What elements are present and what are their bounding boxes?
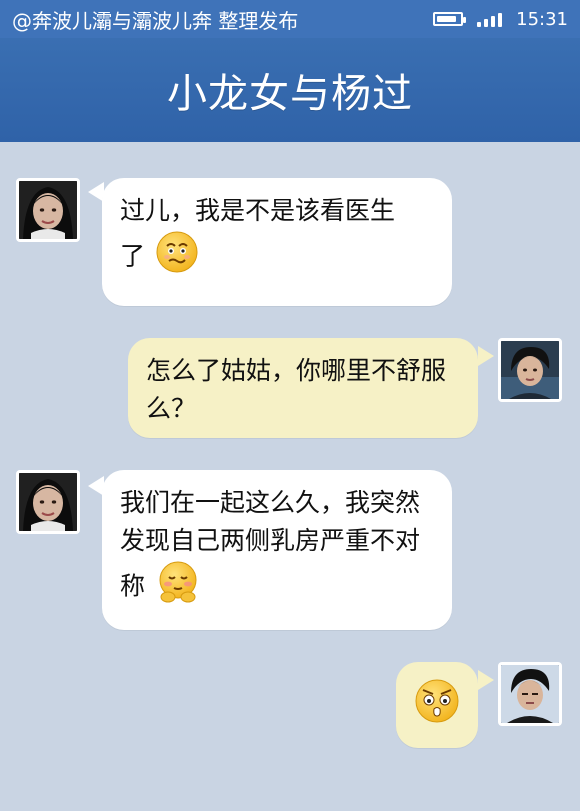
message-line: 么？ bbox=[146, 393, 197, 423]
battery-level bbox=[437, 16, 457, 22]
avatar-xiaolongnu[interactable] bbox=[16, 470, 80, 534]
message-line: 称 bbox=[120, 571, 146, 601]
message-line: 怎么了姑姑，你哪里不舒服 bbox=[146, 356, 447, 385]
message-bubble-4[interactable] bbox=[396, 662, 478, 748]
message-line: 了 bbox=[120, 240, 146, 270]
chat-title: 小龙女与杨过 bbox=[167, 71, 413, 117]
bubble-tail bbox=[478, 346, 494, 366]
message-line: 发现自己两侧乳房严重不对 bbox=[120, 525, 421, 555]
avatar-xiaolongnu[interactable] bbox=[16, 178, 80, 242]
signal-icon bbox=[477, 11, 503, 27]
message-bubble-1[interactable]: 过儿，我是不是该看医生 了 bbox=[102, 178, 452, 306]
status-bar: @奔波儿灞与灞波儿奔 整理发布 15:31 bbox=[0, 0, 580, 38]
message-bubble-3[interactable]: 我们在一起这么久，我突然 发现自己两侧乳房严重不对 称 bbox=[102, 470, 452, 630]
message-bubble-2[interactable]: 怎么了姑姑，你哪里不舒服 么？ bbox=[128, 338, 478, 438]
avatar-yangguo[interactable] bbox=[498, 662, 562, 726]
worried-face-icon bbox=[155, 230, 199, 285]
battery-icon bbox=[433, 12, 467, 26]
shocked-face-icon bbox=[412, 676, 462, 737]
chat-area: 过儿，我是不是该看医生 了 怎么了姑姑，你哪里不舒服 么？ 我们在一起这么久，我… bbox=[0, 142, 580, 811]
chat-header: 小龙女与杨过 bbox=[0, 38, 580, 156]
message-line-with-emoji: 称 bbox=[120, 559, 434, 616]
avatar-yangguo[interactable] bbox=[498, 338, 562, 402]
blushing-face-icon bbox=[155, 559, 201, 616]
message-line: 我们在一起这么久，我突然 bbox=[120, 488, 421, 517]
bubble-tail bbox=[478, 670, 494, 690]
message-line: 过儿，我是不是该看医生 bbox=[120, 196, 396, 225]
source-label: @奔波儿灞与灞波儿奔 整理发布 bbox=[12, 8, 299, 33]
message-line-with-emoji: 了 bbox=[120, 230, 434, 285]
status-indicators: 15:31 bbox=[433, 9, 568, 30]
clock: 15:31 bbox=[516, 8, 568, 30]
